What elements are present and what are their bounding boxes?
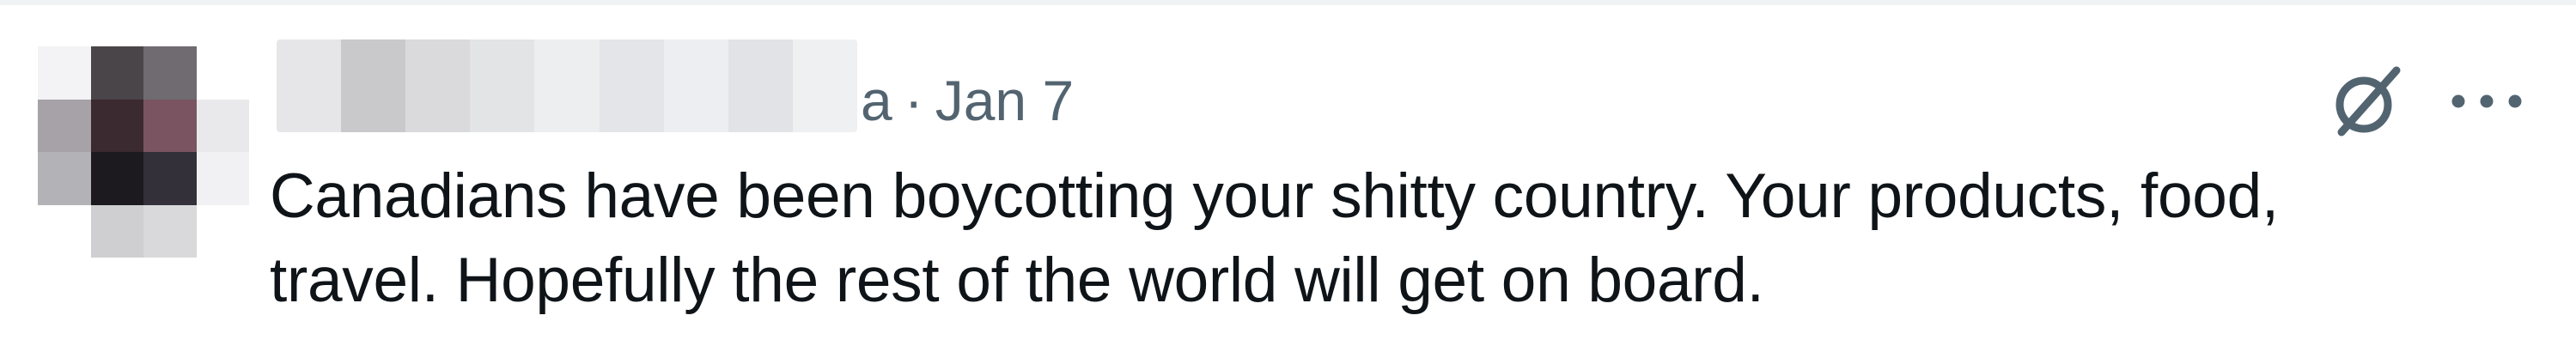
tweet-date[interactable]: Jan 7 bbox=[935, 68, 1074, 133]
avatar[interactable] bbox=[38, 46, 249, 258]
grok-icon[interactable] bbox=[2324, 58, 2410, 144]
handle-fragment[interactable]: a bbox=[861, 68, 892, 133]
more-icon[interactable] bbox=[2439, 76, 2534, 127]
tweet-meta: a · Jan 7 bbox=[277, 62, 1074, 139]
tweet-text-line: travel. Hopefully the rest of the world … bbox=[270, 246, 1764, 315]
tweet-text-line: Canadians have been boycotting your shit… bbox=[270, 161, 2279, 231]
meta-separator: · bbox=[904, 69, 923, 132]
tweet-text: Canadians have been boycotting your shit… bbox=[270, 155, 2555, 323]
top-divider bbox=[0, 0, 2576, 5]
